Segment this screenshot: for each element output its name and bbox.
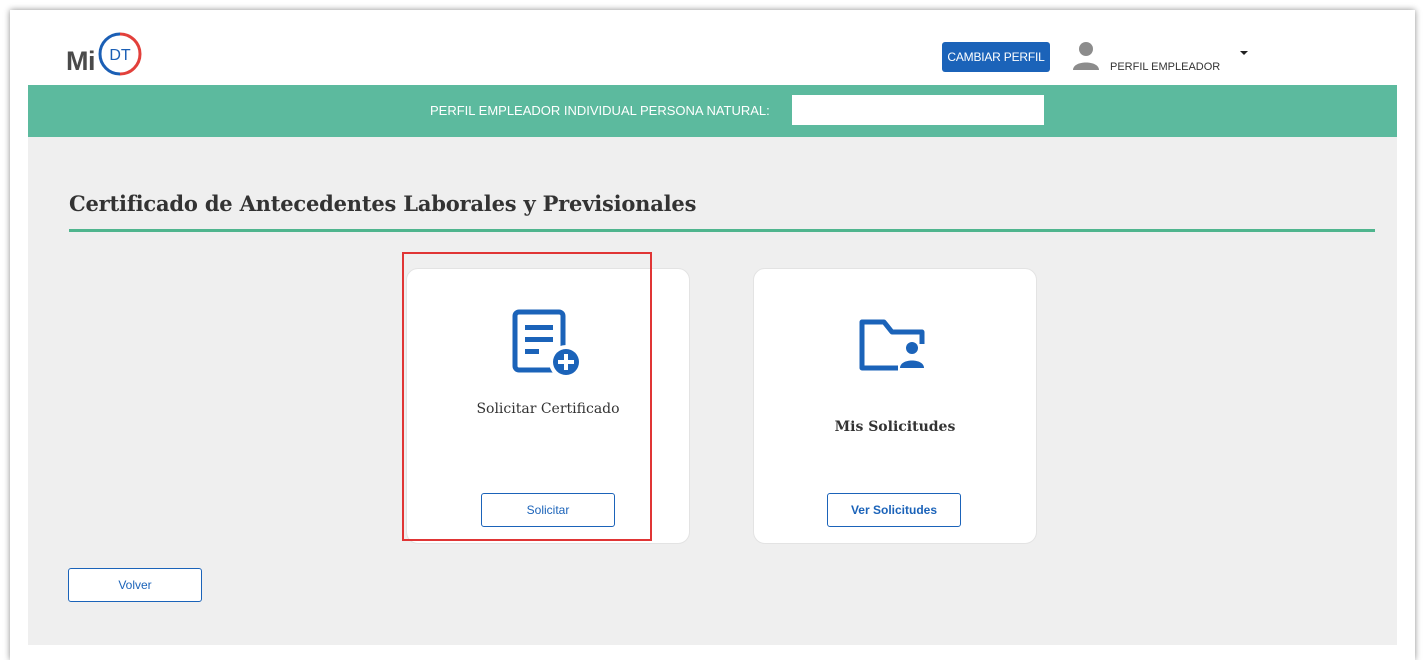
dt-logo-icon: DT: [98, 32, 142, 76]
logo-text: Mi: [66, 45, 96, 76]
request-certificate-title: Solicitar Certificado: [476, 401, 620, 417]
app-window: Mi DT CAMBIAR PERFIL PERFIL EMPLEADOR PE…: [10, 10, 1415, 660]
banner-text: PERFIL EMPLEADOR INDIVIDUAL PERSONA NATU…: [430, 103, 770, 118]
header: Mi DT CAMBIAR PERFIL PERFIL EMPLEADOR: [10, 10, 1415, 85]
user-icon[interactable]: [1072, 40, 1100, 72]
profile-banner: PERFIL EMPLEADOR INDIVIDUAL PERSONA NATU…: [28, 85, 1397, 137]
main-content: Certificado de Antecedentes Laborales y …: [28, 137, 1397, 645]
request-button[interactable]: Solicitar: [481, 493, 615, 527]
change-profile-button[interactable]: CAMBIAR PERFIL: [942, 42, 1050, 72]
page-title: Certificado de Antecedentes Laborales y …: [69, 191, 697, 216]
my-requests-title: Mis Solicitudes: [834, 419, 956, 435]
user-profile-label[interactable]: PERFIL EMPLEADOR: [1110, 61, 1220, 73]
document-add-icon: [512, 309, 583, 379]
mi-dt-logo[interactable]: Mi DT: [66, 29, 143, 79]
caret-down-icon[interactable]: [1240, 51, 1248, 55]
logo-badge-text: DT: [109, 47, 131, 64]
redacted-name-box: [792, 95, 1044, 125]
request-certificate-card: Solicitar Certificado Solicitar: [406, 268, 690, 544]
view-requests-button[interactable]: Ver Solicitudes: [827, 493, 961, 527]
title-divider: [69, 229, 1375, 232]
back-button[interactable]: Volver: [68, 568, 202, 602]
my-requests-card: Mis Solicitudes Ver Solicitudes: [753, 268, 1037, 544]
folder-user-icon: [859, 319, 930, 374]
